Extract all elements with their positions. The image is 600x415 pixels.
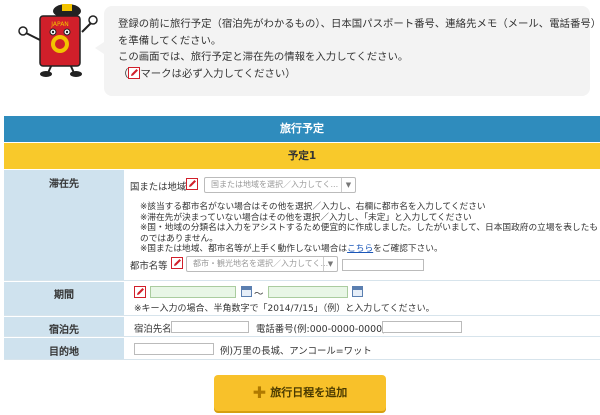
lodging-phone-label: 電話番号(例:000-0000-0000) (256, 324, 386, 335)
intro-line-2: を準備してください。 (118, 34, 222, 47)
add-itinerary-button[interactable]: ✚ 旅行日程を追加 (214, 375, 386, 411)
mascot-passport-label: JAPAN (50, 21, 69, 28)
city-select[interactable]: 都市・観光地名を選択／入力してく... ▼ (186, 256, 338, 272)
stay-note: ※該当する都市名がない場合はその他を選択／入力し、右欄に都市名を入力してください (140, 202, 486, 212)
purpose-input[interactable] (134, 343, 214, 355)
start-date-input[interactable] (150, 286, 236, 298)
calendar-icon[interactable] (241, 286, 252, 297)
section-title: 旅行予定 (4, 116, 600, 142)
country-label: 国または地域 (130, 182, 187, 193)
purpose-label: 目的地 (4, 338, 124, 359)
chevron-down-icon[interactable]: ▼ (341, 178, 355, 192)
required-pen-icon (128, 66, 141, 79)
date-separator: ～ (254, 289, 264, 300)
country-select[interactable]: 国または地域を選択／入力してく... ▼ (204, 177, 356, 193)
required-pen-icon (171, 257, 183, 269)
stay-label: 滞在先 (4, 170, 124, 280)
period-label: 期間 (4, 282, 124, 315)
required-note-prefix: （ (118, 67, 129, 80)
help-link[interactable]: こちら (347, 244, 373, 254)
lodging-cell: 宿泊先名 電話番号(例:000-0000-0000) (126, 317, 600, 336)
intro-area: JAPAN 登録の前に旅行予定（宿泊先がわかるもの）、日本国パスポート番号、連絡… (0, 0, 600, 110)
period-row: 期間 ～ ※キー入力の場合、半角数字で「2014/7/15」（例）と入力してくだ… (4, 282, 600, 316)
plus-icon: ✚ (252, 383, 267, 402)
lodging-phone-input[interactable] (382, 321, 462, 333)
city-other-input[interactable] (342, 259, 424, 271)
lodging-label: 宿泊先 (4, 317, 124, 336)
stay-note-last: ※国または地域、都市名等が上手く動作しない場合はこちらをご確認下さい。 (140, 244, 600, 255)
country-select-placeholder: 国または地域を選択／入力してく... (211, 180, 339, 189)
instruction-bubble: 登録の前に旅行予定（宿泊先がわかるもの）、日本国パスポート番号、連絡先メモ（メー… (95, 6, 600, 96)
intro-line-1: 登録の前に旅行予定（宿泊先がわかるもの）、日本国パスポート番号、連絡先メモ（メー… (118, 18, 600, 30)
stay-row: 滞在先 国または地域 国または地域を選択／入力してく... ▼ ※該当する都市名… (4, 170, 600, 281)
purpose-cell: 例)万里の長城、アンコール=ワット (126, 338, 600, 359)
end-date-input[interactable] (268, 286, 348, 298)
chevron-down-icon[interactable]: ▼ (323, 257, 337, 271)
note-last-suffix: をご確認下さい。 (373, 244, 443, 255)
date-format-note: ※キー入力の場合、半角数字で「2014/7/15」（例）と入力してください。 (134, 304, 435, 314)
required-mark-note: （ マークは必ず入力してください） (118, 66, 576, 83)
lodging-name-label: 宿泊先名 (134, 324, 172, 335)
note-last-prefix: ※国または地域、都市名等が上手く動作しない場合は (140, 244, 348, 255)
stay-notes: ※該当する都市名がない場合はその他を選択／入力し、右欄に都市名を入力してください… (140, 202, 600, 255)
city-select-placeholder: 都市・観光地名を選択／入力してく... (193, 259, 329, 268)
period-cell: ～ ※キー入力の場合、半角数字で「2014/7/15」（例）と入力してください。 (126, 282, 600, 315)
required-pen-icon (134, 286, 146, 298)
plan-title: 予定1 (4, 143, 600, 169)
purpose-row: 目的地 例)万里の長城、アンコール=ワット (4, 338, 600, 360)
stay-note: ※滞在先が決まっていない場合はその他を選択／入力し、「未定」と入力してください (140, 212, 472, 223)
required-pen-icon (186, 178, 198, 190)
calendar-icon[interactable] (352, 286, 363, 297)
passport-mascot-icon: JAPAN (18, 4, 98, 77)
required-note-suffix: マークは必ず入力してください） (140, 67, 296, 80)
stay-cell: 国または地域 国または地域を選択／入力してく... ▼ ※該当する都市名がない場… (126, 170, 600, 280)
city-label: 都市名等 (130, 261, 168, 272)
lodging-name-input[interactable] (171, 321, 249, 333)
add-itinerary-label: 旅行日程を追加 (270, 386, 348, 399)
lodging-row: 宿泊先 宿泊先名 電話番号(例:000-0000-0000) (4, 317, 600, 337)
purpose-example: 例)万里の長城、アンコール=ワット (220, 346, 372, 357)
intro-line-3: この画面では、旅行予定と滞在先の情報を入力してください。 (118, 51, 409, 63)
stay-note: ※国・地域の分類名は入力をアシストするため便宜的に作成しました。したがいまして、… (140, 223, 598, 244)
